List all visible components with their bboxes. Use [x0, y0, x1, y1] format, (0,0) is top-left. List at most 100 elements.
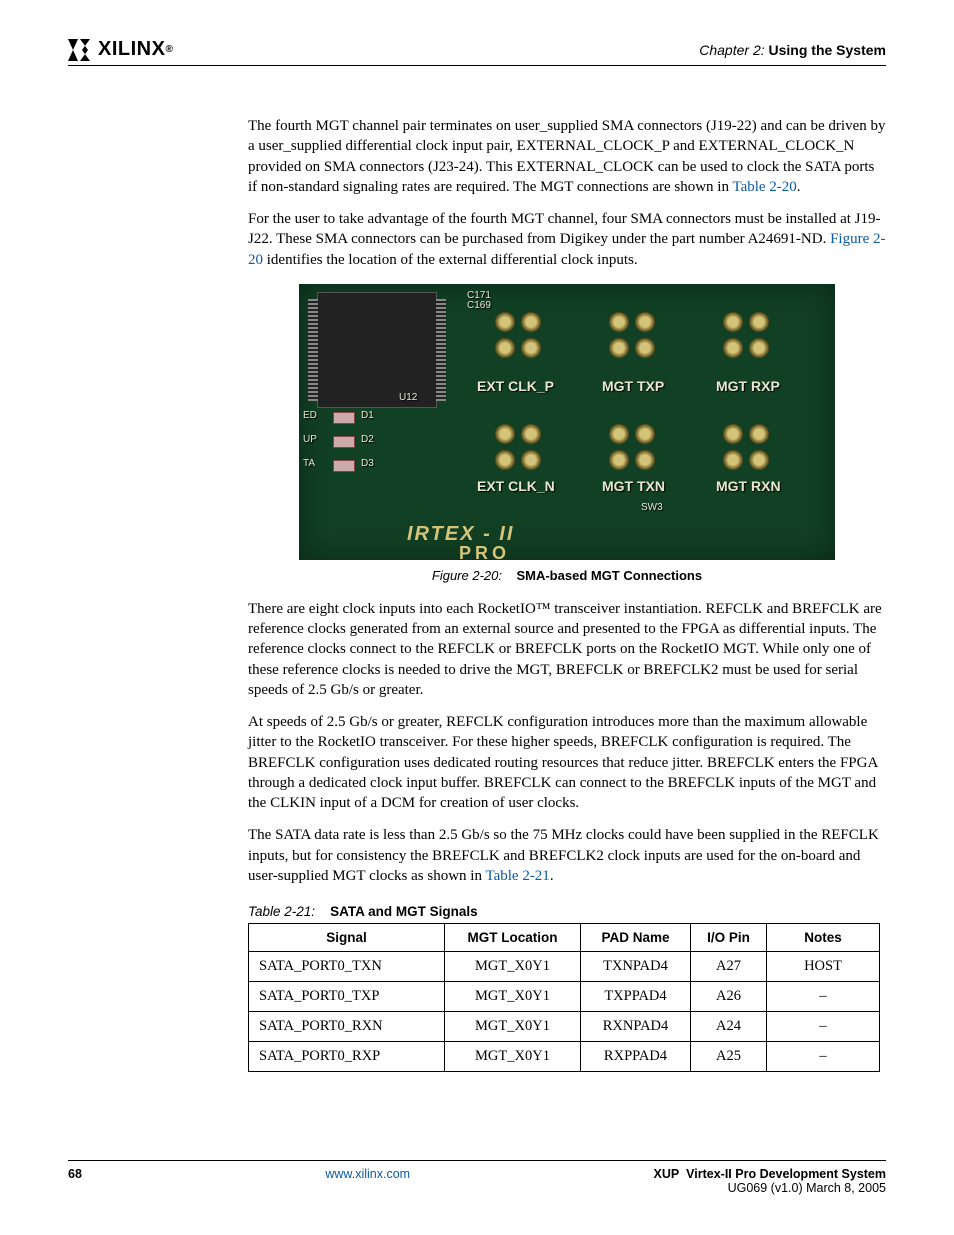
sma-pad: [635, 338, 655, 358]
footer-url[interactable]: www.xilinx.com: [82, 1167, 654, 1195]
sma-pad: [495, 338, 515, 358]
th-pad-name: PAD Name: [581, 924, 691, 952]
silk-ta: TA: [303, 458, 315, 469]
th-io-pin: I/O Pin: [691, 924, 767, 952]
main-content: The fourth MGT channel pair terminates o…: [248, 116, 886, 886]
table-caption: Table 2-21: SATA and MGT Signals: [248, 904, 886, 919]
td-pad: TXPPAD4: [581, 982, 691, 1012]
sma-pad: [749, 312, 769, 332]
sma-pad: [635, 450, 655, 470]
footer-doc-id: UG069 (v1.0) March 8, 2005: [654, 1181, 887, 1195]
table-row: SATA_PORT0_RXN MGT_X0Y1 RXNPAD4 A24 –: [249, 1012, 880, 1042]
xilinx-logo: XILINX®: [68, 38, 173, 61]
chapter-title: Using the System: [769, 42, 886, 58]
sma-pad: [609, 312, 629, 332]
sma-pad: [723, 450, 743, 470]
sma-pad: [635, 312, 655, 332]
paragraph-5: The SATA data rate is less than 2.5 Gb/s…: [248, 825, 886, 886]
ic-chip: [317, 292, 437, 408]
td-mgt: MGT_X0Y1: [445, 952, 581, 982]
sma-pad: [521, 424, 541, 444]
silk-mgt-rxp: MGT RXP: [716, 378, 780, 394]
td-io: A27: [691, 952, 767, 982]
table-row: SATA_PORT0_TXP MGT_X0Y1 TXPPAD4 A26 –: [249, 982, 880, 1012]
logo-icon: [68, 39, 96, 61]
page-number: 68: [68, 1167, 82, 1195]
silk-ext-clk-n: EXT CLK_N: [477, 478, 555, 494]
sata-mgt-table: Signal MGT Location PAD Name I/O Pin Not…: [248, 923, 880, 1072]
chapter-label: Chapter 2:: [699, 42, 764, 58]
sma-pad: [609, 424, 629, 444]
table-body: SATA_PORT0_TXN MGT_X0Y1 TXNPAD4 A27 HOST…: [249, 952, 880, 1072]
silk-brand2: PRO: [459, 543, 510, 560]
chapter-heading: Chapter 2: Using the System: [699, 42, 886, 58]
led: [333, 436, 355, 448]
sma-pad: [495, 450, 515, 470]
silk-ed: ED: [303, 410, 317, 421]
sma-pad: [609, 338, 629, 358]
td-io: A25: [691, 1042, 767, 1072]
td-signal: SATA_PORT0_TXP: [249, 982, 445, 1012]
silk-d1: D1: [361, 410, 374, 421]
paragraph-2: For the user to take advantage of the fo…: [248, 209, 886, 270]
silk-c169: C169: [467, 300, 491, 311]
silk-mgt-txn: MGT TXN: [602, 478, 665, 494]
td-mgt: MGT_X0Y1: [445, 982, 581, 1012]
logo-text: XILINX: [98, 38, 165, 61]
td-notes: HOST: [767, 952, 880, 982]
link-table-2-20[interactable]: Table 2-20: [732, 179, 796, 195]
th-mgt-location: MGT Location: [445, 924, 581, 952]
sma-pad: [749, 338, 769, 358]
sma-pad: [521, 338, 541, 358]
registered-mark: ®: [165, 44, 173, 55]
footer-doc-info: XUP XUP Virtex-II Pro Development System…: [654, 1167, 887, 1195]
sma-pad: [495, 312, 515, 332]
th-notes: Notes: [767, 924, 880, 952]
table-label: Table 2-21:: [248, 904, 315, 919]
silk-sw3: SW3: [641, 502, 663, 513]
link-table-2-21[interactable]: Table 2-21: [485, 868, 549, 884]
figure-title: SMA-based MGT Connections: [516, 568, 702, 583]
sma-pad: [521, 450, 541, 470]
td-io: A24: [691, 1012, 767, 1042]
paragraph-1: The fourth MGT channel pair terminates o…: [248, 116, 886, 197]
td-signal: SATA_PORT0_RXP: [249, 1042, 445, 1072]
led: [333, 460, 355, 472]
td-mgt: MGT_X0Y1: [445, 1042, 581, 1072]
led: [333, 412, 355, 424]
silk-up: UP: [303, 434, 317, 445]
td-io: A26: [691, 982, 767, 1012]
table-title: SATA and MGT Signals: [330, 904, 478, 919]
silk-d3: D3: [361, 458, 374, 469]
figure-2-20: EXT CLK_P MGT TXP MGT RXP EXT CLK_N MGT …: [248, 284, 886, 583]
td-mgt: MGT_X0Y1: [445, 1012, 581, 1042]
page-header: XILINX® Chapter 2: Using the System: [68, 38, 886, 66]
sma-pad: [723, 424, 743, 444]
td-signal: SATA_PORT0_TXN: [249, 952, 445, 982]
silk-d2: D2: [361, 434, 374, 445]
table-row: SATA_PORT0_RXP MGT_X0Y1 RXPPAD4 A25 –: [249, 1042, 880, 1072]
td-notes: –: [767, 1042, 880, 1072]
table-header-row: Signal MGT Location PAD Name I/O Pin Not…: [249, 924, 880, 952]
td-notes: –: [767, 982, 880, 1012]
td-pad: TXNPAD4: [581, 952, 691, 982]
pcb-photo: EXT CLK_P MGT TXP MGT RXP EXT CLK_N MGT …: [299, 284, 835, 560]
td-notes: –: [767, 1012, 880, 1042]
sma-pad: [749, 450, 769, 470]
sma-pad: [495, 424, 515, 444]
sma-pad: [609, 450, 629, 470]
td-signal: SATA_PORT0_RXN: [249, 1012, 445, 1042]
sma-pad: [635, 424, 655, 444]
sma-pad: [749, 424, 769, 444]
silk-mgt-txp: MGT TXP: [602, 378, 664, 394]
figure-caption: Figure 2-20: SMA-based MGT Connections: [248, 568, 886, 583]
td-pad: RXNPAD4: [581, 1012, 691, 1042]
table-row: SATA_PORT0_TXN MGT_X0Y1 TXNPAD4 A27 HOST: [249, 952, 880, 982]
sma-pad: [723, 338, 743, 358]
silk-u12: U12: [399, 392, 417, 403]
sma-pad: [521, 312, 541, 332]
th-signal: Signal: [249, 924, 445, 952]
page-footer: 68 www.xilinx.com XUP XUP Virtex-II Pro …: [68, 1160, 886, 1195]
paragraph-3: There are eight clock inputs into each R…: [248, 599, 886, 700]
silk-ext-clk-p: EXT CLK_P: [477, 378, 554, 394]
